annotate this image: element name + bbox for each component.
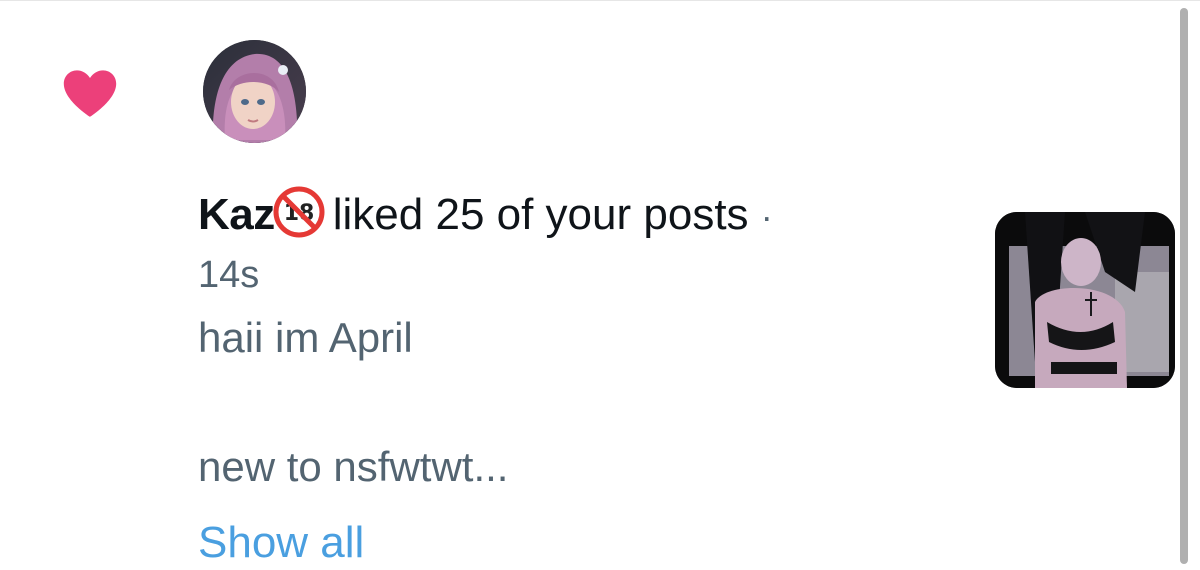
post-thumbnail[interactable] (995, 212, 1175, 388)
divider (0, 0, 1200, 1)
show-all-link[interactable]: Show all (198, 518, 364, 568)
avatar-image (203, 40, 306, 143)
no-one-under-18-emoji: 18 (273, 186, 325, 238)
timestamp: 14s (198, 254, 260, 296)
like-notification[interactable]: Kaz 18 liked 25 of your posts · 14s haii… (0, 0, 1200, 570)
scrollbar[interactable] (1180, 8, 1188, 564)
username[interactable]: Kaz (198, 190, 275, 239)
action-text: liked 25 of your posts (332, 190, 749, 239)
separator-dot: · (760, 196, 773, 237)
post-thumbnail-image (995, 212, 1175, 388)
avatar[interactable] (203, 40, 306, 143)
heart-icon (63, 70, 117, 117)
notification-headline: Kaz 18 liked 25 of your posts · (198, 186, 773, 243)
post-preview-line: new to nsfwtwt... (198, 443, 509, 490)
post-preview-line: haii im April (198, 314, 413, 361)
